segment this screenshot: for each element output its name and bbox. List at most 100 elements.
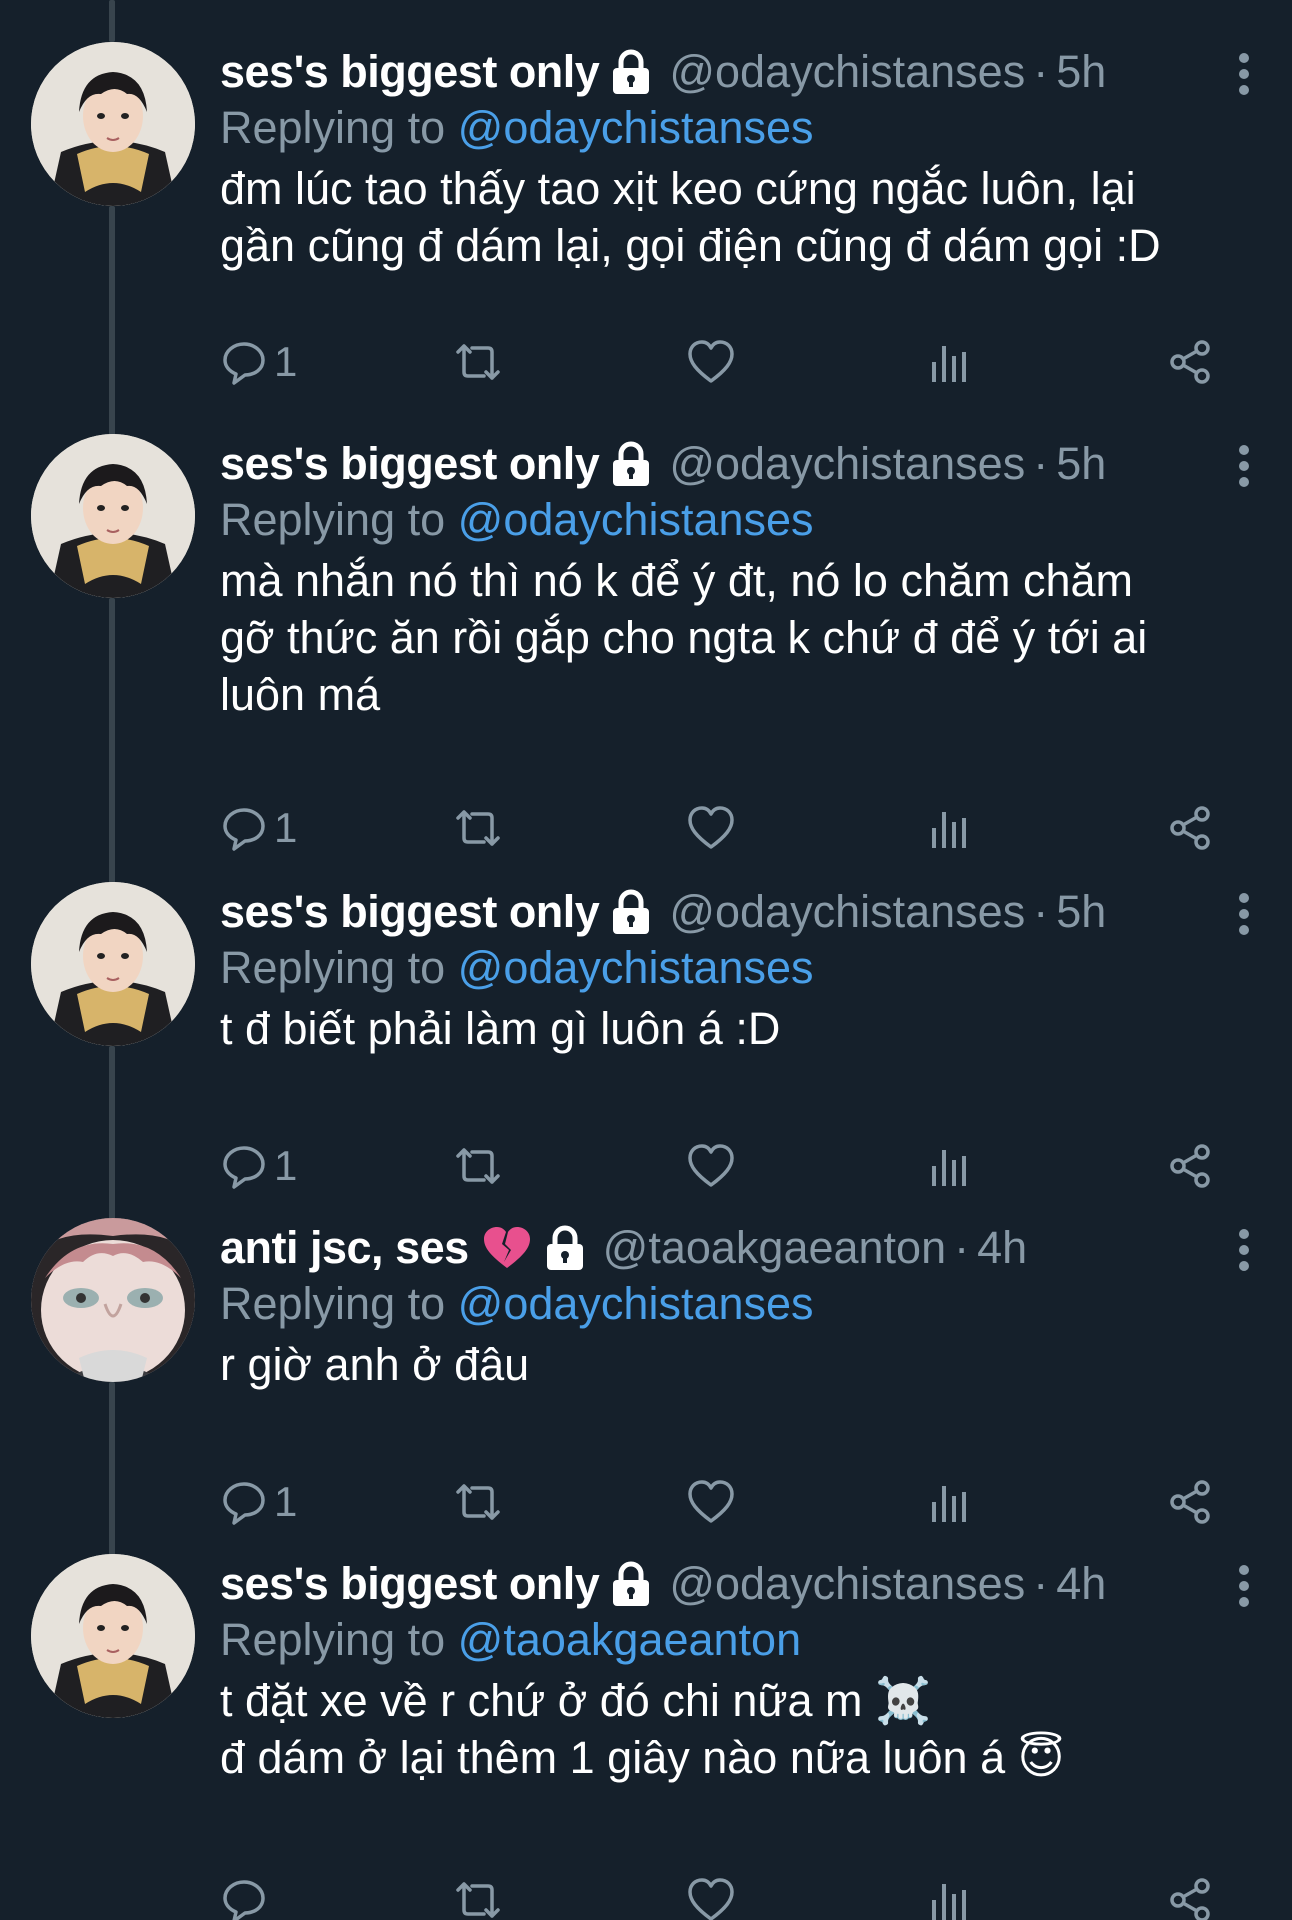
separator-dot: ·	[1033, 438, 1049, 489]
tweet-text: r giờ anh ở đâu	[220, 1336, 1240, 1393]
heart-icon	[688, 1480, 734, 1523]
heart-icon	[688, 1144, 734, 1187]
display-name[interactable]: ses's biggest only	[220, 882, 600, 942]
separator-dot: ·	[1033, 1558, 1049, 1609]
share-button[interactable]	[1166, 1136, 1214, 1196]
tweet-header: ses's biggest only @odaychistanses · 5h	[220, 42, 1106, 102]
replying-to: Replying to @odaychistanses	[220, 938, 814, 998]
replying-to-mention[interactable]: @taoakgaeanton	[458, 1614, 801, 1665]
replying-to-mention[interactable]: @odaychistanses	[458, 102, 814, 153]
user-handle[interactable]: @odaychistanses	[669, 1554, 1025, 1614]
reply-button[interactable]: 1	[220, 1472, 297, 1532]
tweet-text-line: r giờ anh ở đâu	[220, 1339, 530, 1390]
timestamp[interactable]: 5h	[1056, 434, 1106, 494]
reply-button[interactable]	[220, 1870, 274, 1920]
replying-to: Replying to @taoakgaeanton	[220, 1610, 801, 1670]
like-button[interactable]	[686, 1136, 736, 1196]
more-options-icon[interactable]	[1236, 52, 1252, 96]
analytics-button[interactable]	[930, 1136, 970, 1196]
separator-dot: ·	[1033, 886, 1049, 937]
reply-count: 1	[274, 338, 298, 385]
reply-count: 1	[274, 1142, 298, 1189]
share-button[interactable]	[1166, 332, 1214, 392]
retweet-icon	[456, 344, 500, 380]
retweet-icon	[456, 1484, 500, 1520]
separator-dot: ·	[1033, 46, 1049, 97]
heart-icon	[688, 806, 734, 849]
avatar[interactable]	[31, 1554, 195, 1718]
share-button[interactable]	[1166, 798, 1214, 858]
separator-dot: ·	[954, 1222, 970, 1273]
analytics-button[interactable]	[930, 1472, 970, 1532]
avatar[interactable]	[31, 434, 195, 598]
more-options-icon[interactable]	[1236, 1564, 1252, 1608]
display-name[interactable]: anti jsc, ses	[220, 1218, 469, 1278]
avatar[interactable]	[31, 1218, 195, 1382]
share-icon	[1170, 340, 1210, 384]
timestamp[interactable]: 4h	[1056, 1554, 1106, 1614]
share-button[interactable]	[1166, 1870, 1214, 1920]
more-options-icon[interactable]	[1236, 892, 1252, 936]
avatar-boy-icon	[31, 1554, 195, 1718]
avatar-boy-icon	[31, 434, 195, 598]
replying-to-mention[interactable]: @odaychistanses	[458, 1278, 814, 1329]
like-button[interactable]	[686, 798, 736, 858]
retweet-button[interactable]	[450, 798, 506, 858]
tweet-text-line: đm lúc tao thấy tao xịt keo cứng ngắc lu…	[220, 163, 1136, 214]
user-handle[interactable]: @odaychistanses	[669, 434, 1025, 494]
thread-connector	[109, 206, 115, 436]
heart-icon	[688, 1878, 734, 1920]
display-name[interactable]: ses's biggest only	[220, 42, 600, 102]
tweet-text-line: luôn má	[220, 669, 381, 720]
replying-to-mention[interactable]: @odaychistanses	[458, 494, 814, 545]
tweet-text: t đ biết phải làm gì luôn á :D	[220, 1000, 1240, 1057]
more-options-icon[interactable]	[1236, 1228, 1252, 1272]
reply-icon	[223, 342, 265, 385]
thread-connector	[109, 1046, 115, 1220]
analytics-button[interactable]	[930, 332, 970, 392]
tweet-header: ses's biggest only @odaychistanses · 5h	[220, 882, 1106, 942]
reply-icon	[223, 1880, 265, 1920]
replying-to-label: Replying to	[220, 1614, 446, 1665]
replying-to: Replying to @odaychistanses	[220, 1274, 814, 1334]
avatar[interactable]	[31, 42, 195, 206]
share-button[interactable]	[1166, 1472, 1214, 1532]
display-name[interactable]: ses's biggest only	[220, 1554, 600, 1614]
tweet-header: ses's biggest only @odaychistanses · 4h	[220, 1554, 1106, 1614]
tweet-text: đm lúc tao thấy tao xịt keo cứng ngắc lu…	[220, 160, 1240, 274]
thread-connector	[109, 1382, 115, 1556]
retweet-button[interactable]	[450, 1870, 506, 1920]
like-button[interactable]	[686, 332, 736, 392]
user-handle[interactable]: @taoakgaeanton	[603, 1218, 946, 1278]
like-button[interactable]	[686, 1870, 736, 1920]
tweet-text-line: gần cũng đ dám lại, gọi điện cũng đ dám …	[220, 220, 1161, 271]
tweet-text-line: mà nhắn nó thì nó k để ý đt, nó lo chăm …	[220, 555, 1134, 606]
avatar[interactable]	[31, 882, 195, 1046]
retweet-button[interactable]	[450, 1136, 506, 1196]
analytics-button[interactable]	[930, 1870, 970, 1920]
reply-icon	[223, 1482, 265, 1525]
share-icon	[1170, 806, 1210, 850]
user-handle[interactable]: @odaychistanses	[669, 42, 1025, 102]
reply-button[interactable]: 1	[220, 1136, 297, 1196]
timestamp[interactable]: 5h	[1056, 882, 1106, 942]
timestamp[interactable]: 4h	[977, 1218, 1027, 1278]
avatar-boy-icon	[31, 42, 195, 206]
thread-connector	[109, 598, 115, 884]
reply-button[interactable]: 1	[220, 332, 297, 392]
avatar-closeup-icon	[31, 1218, 195, 1382]
replying-to-mention[interactable]: @odaychistanses	[458, 942, 814, 993]
like-button[interactable]	[686, 1472, 736, 1532]
analytics-button[interactable]	[930, 798, 970, 858]
retweet-button[interactable]	[450, 1472, 506, 1532]
more-options-icon[interactable]	[1236, 444, 1252, 488]
timestamp[interactable]: 5h	[1056, 42, 1106, 102]
tweet-actions: 1	[220, 1472, 1240, 1532]
tweet-text-line: t đặt xe về r chứ ở đó chi nữa m ☠️	[220, 1675, 932, 1726]
retweet-button[interactable]	[450, 332, 506, 392]
reply-button[interactable]: 1	[220, 798, 297, 858]
display-name[interactable]: ses's biggest only	[220, 434, 600, 494]
avatar-boy-icon	[31, 882, 195, 1046]
user-handle[interactable]: @odaychistanses	[669, 882, 1025, 942]
share-icon	[1170, 1480, 1210, 1524]
